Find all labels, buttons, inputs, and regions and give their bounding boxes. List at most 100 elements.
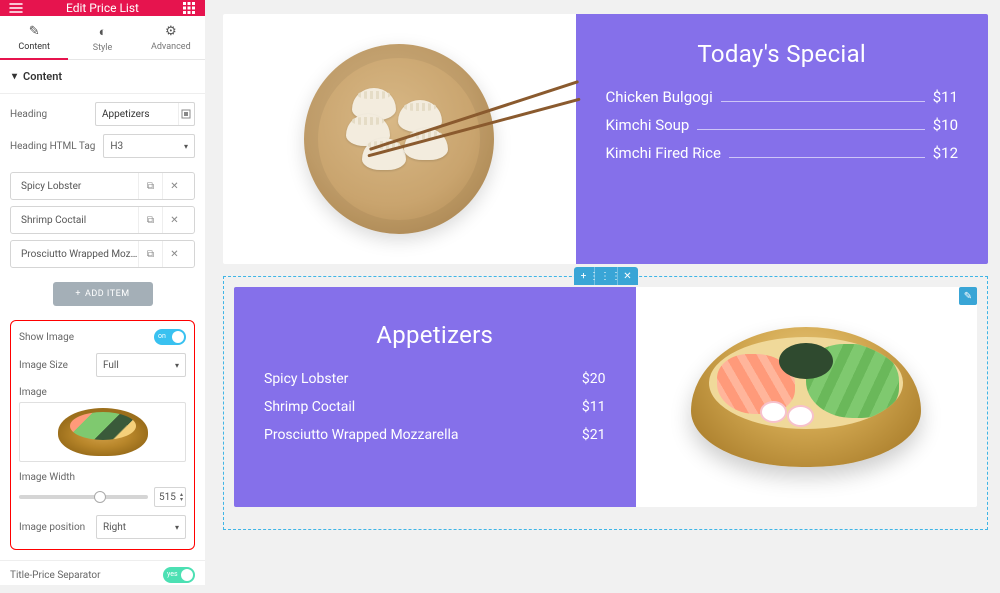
show-image-toggle[interactable]: on (154, 329, 186, 345)
menu-item: Kimchi Soup $10 (606, 116, 959, 134)
caret-down-icon: ▾ (12, 71, 17, 82)
menu-title: Today's Special (606, 40, 959, 68)
chevron-down-icon: ▾ (175, 361, 179, 370)
tab-advanced[interactable]: ⚙ Advanced (137, 16, 205, 59)
image-size-label: Image Size (19, 360, 68, 371)
menu-item: Spicy Lobster $20 (264, 371, 606, 387)
menu-item-price: $11 (933, 88, 958, 106)
tab-label: Advanced (151, 42, 191, 52)
show-image-label: Show Image (19, 332, 74, 343)
image-settings-group: Show Image on Image Size Full ▾ Image Im… (10, 320, 195, 550)
image-position-field: Image position Right ▾ (19, 515, 186, 539)
editor-sidebar: Edit Price List ✎ Content ◐ Style ⚙ Adva… (0, 0, 205, 585)
photo-side (223, 14, 576, 264)
sidebar-title: Edit Price List (24, 1, 181, 15)
html-tag-select[interactable]: H3 ▾ (103, 134, 195, 158)
tab-label: Content (18, 42, 50, 52)
image-width-slider[interactable] (19, 495, 148, 499)
menu-item-name: Kimchi Soup (606, 116, 690, 134)
close-section-icon[interactable]: ✕ (618, 267, 638, 285)
copy-icon[interactable]: ⧉ (138, 241, 162, 267)
heading-input-wrap (95, 102, 195, 126)
list-item[interactable]: Shrimp Coctail ⧉ ✕ (10, 206, 195, 234)
list-item-label: Spicy Lobster (21, 181, 138, 192)
list-item-label: Prosciutto Wrapped Mozza... (21, 249, 138, 260)
heading-field: Heading (10, 102, 195, 126)
pencil-icon: ✎ (0, 24, 68, 39)
menu-item-name: Chicken Bulgogi (606, 88, 713, 106)
tab-content[interactable]: ✎ Content (0, 16, 68, 59)
menu-item: Prosciutto Wrapped Mozzarella $21 (264, 427, 606, 443)
separator-line (729, 157, 925, 158)
section-toolbar: + ⋮⋮⋮ ✕ (574, 267, 638, 285)
price-list-widget-top: Today's Special Chicken Bulgogi $11 Kimc… (223, 14, 988, 264)
price-list-widget-bottom: Appetizers Spicy Lobster $20 Shrimp Coct… (234, 287, 977, 507)
add-item-button[interactable]: + ADD ITEM (53, 282, 153, 306)
image-preview[interactable] (19, 402, 186, 462)
image-field: Image (19, 385, 186, 462)
image-position-value: Right (103, 522, 126, 533)
image-position-label: Image position (19, 522, 85, 533)
close-icon[interactable]: ✕ (162, 207, 186, 233)
add-item-label: ADD ITEM (85, 289, 130, 299)
stepper-icon: ▴▾ (180, 492, 183, 502)
preview-canvas: Today's Special Chicken Bulgogi $11 Kimc… (205, 0, 1000, 585)
menu-title: Appetizers (264, 321, 606, 349)
style-icon: ◐ (68, 24, 136, 40)
bowl-image (691, 327, 921, 467)
chevron-down-icon: ▾ (175, 523, 179, 532)
menu-item-price: $11 (582, 399, 606, 415)
show-image-field: Show Image on (19, 329, 186, 345)
image-label: Image (19, 387, 47, 398)
menu-item-price: $12 (933, 144, 958, 162)
close-icon[interactable]: ✕ (162, 241, 186, 267)
image-position-select[interactable]: Right ▾ (96, 515, 186, 539)
menu-item-price: $20 (582, 371, 606, 387)
menu-side: Appetizers Spicy Lobster $20 Shrimp Coct… (234, 287, 636, 507)
bowl-thumbnail (58, 408, 148, 456)
menu-item-name: Prosciutto Wrapped Mozzarella (264, 427, 459, 443)
panel-tabs: ✎ Content ◐ Style ⚙ Advanced (0, 16, 205, 60)
menu-item: Kimchi Fired Rice $12 (606, 144, 959, 162)
menu-icon[interactable] (8, 0, 24, 16)
separator-line (697, 129, 924, 130)
copy-icon[interactable]: ⧉ (138, 207, 162, 233)
apps-icon[interactable] (181, 0, 197, 16)
sidebar-header: Edit Price List (0, 0, 205, 16)
tab-style[interactable]: ◐ Style (68, 16, 136, 59)
section-title: Content (23, 70, 62, 83)
list-item[interactable]: Prosciutto Wrapped Mozza... ⧉ ✕ (10, 240, 195, 268)
drag-section-icon[interactable]: ⋮⋮⋮ (594, 267, 618, 285)
chevron-down-icon: ▾ (184, 142, 188, 151)
menu-item-price: $21 (582, 427, 606, 443)
image-width-number[interactable]: 515 ▴▾ (154, 487, 186, 507)
edit-widget-icon[interactable]: ✎ (959, 287, 977, 305)
image-size-value: Full (103, 360, 119, 371)
menu-item: Chicken Bulgogi $11 (606, 88, 959, 106)
separator-label: Title-Price Separator (10, 570, 101, 581)
list-item[interactable]: Spicy Lobster ⧉ ✕ (10, 172, 195, 200)
html-tag-label: Heading HTML Tag (10, 141, 95, 152)
plate-image (304, 44, 494, 234)
section-header[interactable]: ▾ Content (0, 60, 205, 94)
copy-icon[interactable]: ⧉ (138, 173, 162, 199)
dynamic-icon[interactable] (178, 103, 194, 125)
menu-item-name: Shrimp Coctail (264, 399, 355, 415)
menu-side: Today's Special Chicken Bulgogi $11 Kimc… (576, 14, 989, 264)
close-icon[interactable]: ✕ (162, 173, 186, 199)
panel-body: Heading Heading HTML Tag H3 ▾ Spicy Lobs… (0, 94, 205, 560)
plus-icon: + (75, 289, 81, 299)
separator-line (721, 101, 925, 102)
heading-input[interactable] (96, 109, 178, 120)
image-width-value: 515 (159, 492, 176, 503)
html-tag-field: Heading HTML Tag H3 ▾ (10, 134, 195, 158)
image-size-field: Image Size Full ▾ (19, 353, 186, 377)
separator-toggle[interactable]: yes (163, 567, 195, 583)
photo-side (636, 287, 978, 507)
menu-item-name: Spicy Lobster (264, 371, 348, 387)
image-size-select[interactable]: Full ▾ (96, 353, 186, 377)
menu-item-price: $10 (933, 116, 958, 134)
separator-field-row: Title-Price Separator yes (0, 560, 205, 593)
list-item-label: Shrimp Coctail (21, 215, 138, 226)
selected-section[interactable]: + ⋮⋮⋮ ✕ ✎ Appetizers Spicy Lobster $20 S… (223, 276, 988, 530)
